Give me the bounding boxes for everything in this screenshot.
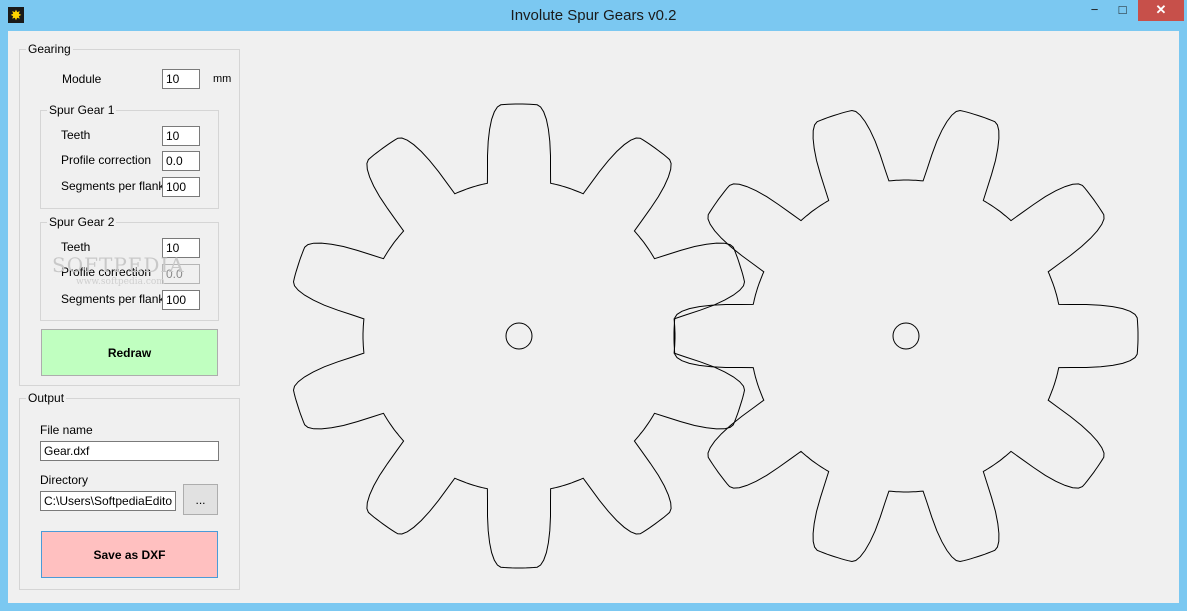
spur-gear-2-outline: [673, 109, 1139, 563]
softpedia-watermark-url: www.softpedia.com: [76, 277, 165, 287]
minimize-button[interactable]: −: [1081, 0, 1108, 21]
window-title: Involute Spur Gears v0.2: [510, 7, 677, 24]
client-area: Gearing Module mm Spur Gear 1 Teeth Prof…: [8, 31, 1179, 603]
gear-canvas: [292, 103, 1139, 569]
maximize-button[interactable]: □: [1109, 0, 1136, 21]
softpedia-watermark: SOFTPEDIA: [52, 253, 185, 277]
spur-gear-1-bore: [505, 322, 533, 350]
spur-gear-2-bore: [892, 322, 920, 350]
spur-gear-1-outline: [292, 103, 746, 569]
title-bar[interactable]: ✸ Involute Spur Gears v0.2 − □ ✕: [0, 0, 1187, 31]
app-window: ✸ Involute Spur Gears v0.2 − □ ✕ Gearing…: [0, 0, 1187, 611]
close-button[interactable]: ✕: [1138, 0, 1184, 21]
